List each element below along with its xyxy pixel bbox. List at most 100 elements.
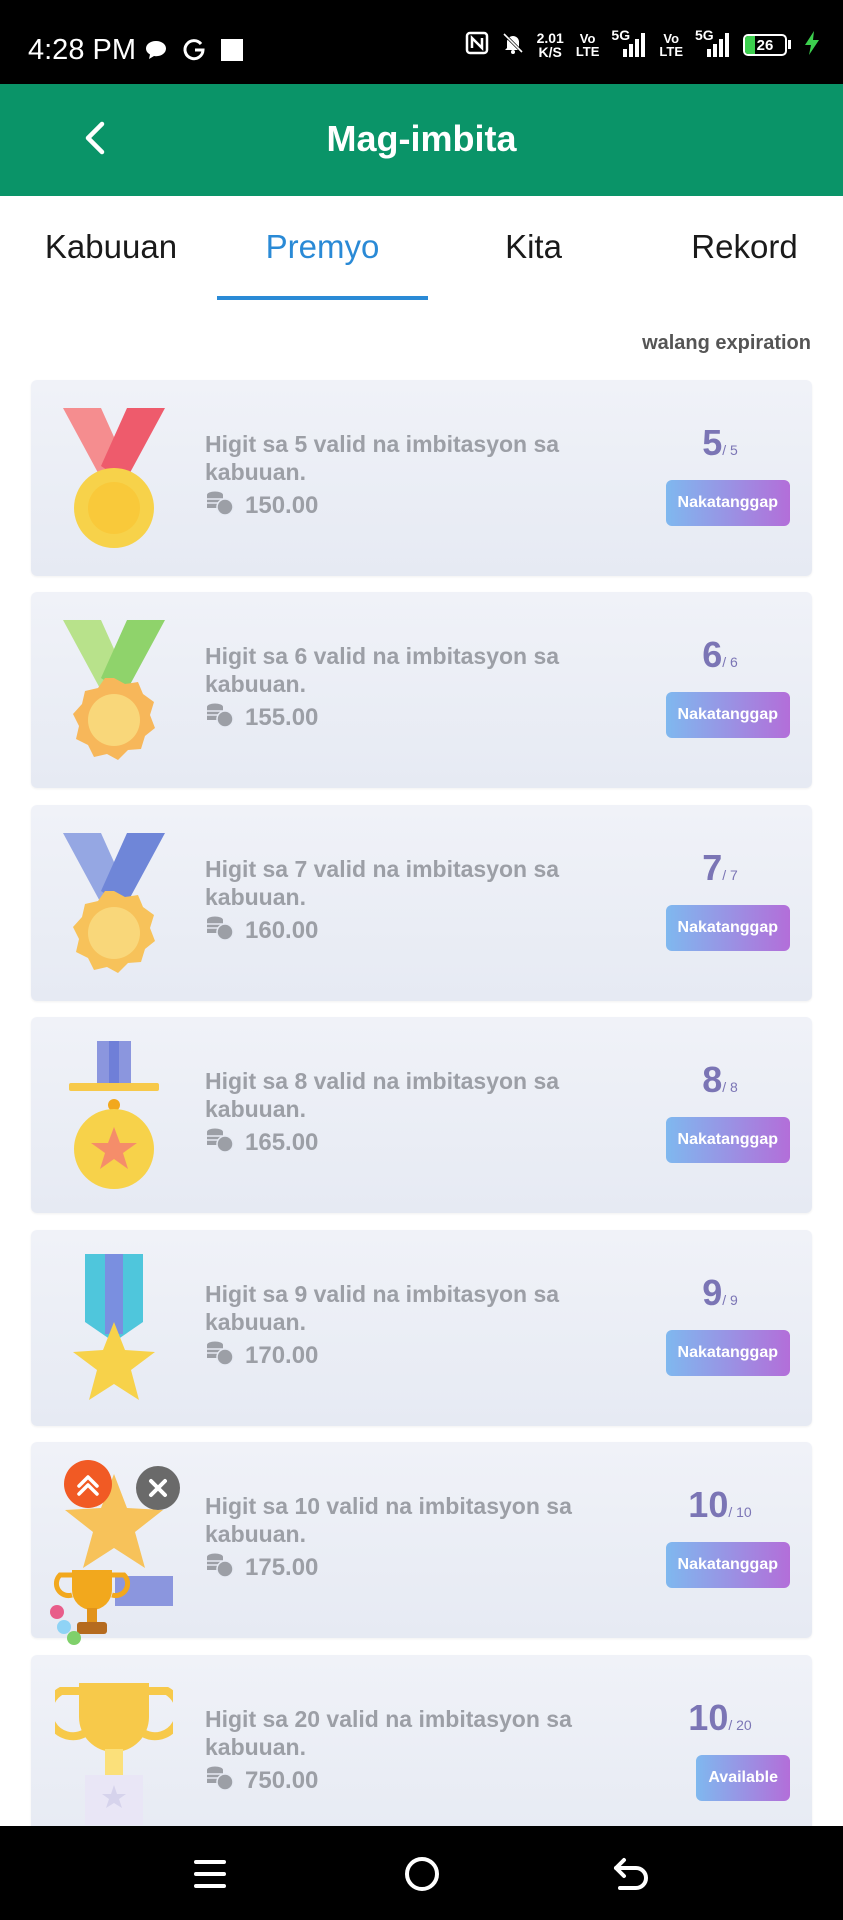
expiry-note: walang expiration — [642, 332, 811, 354]
sim2-volte: Vo LTE — [659, 32, 683, 58]
charging-bolt-icon — [803, 30, 821, 59]
float-close-button[interactable] — [136, 1466, 180, 1510]
reward-amount: 175.00 — [245, 1553, 319, 1581]
reward-description: Higit sa 10 valid na imbitasyon sa kabuu… — [205, 1493, 572, 1547]
battery-icon: 26 — [743, 33, 791, 56]
claim-button[interactable]: Nakatanggap — [665, 905, 790, 951]
progress-current: 9 — [702, 1272, 723, 1313]
progress-current: 10 — [688, 1484, 729, 1525]
progress-total: / 8 — [722, 1079, 738, 1095]
menu-button[interactable] — [186, 1850, 234, 1898]
reward-progress: 8/ 8 — [650, 1059, 790, 1101]
progress-total: / 20 — [728, 1717, 752, 1733]
claim-button[interactable]: Nakatanggap — [665, 1542, 790, 1588]
home-button[interactable] — [398, 1850, 446, 1898]
progress-current: 7 — [702, 847, 723, 888]
reward-description: Higit sa 7 valid na imbitasyon sa kabuua… — [205, 856, 560, 910]
reward-amount: 150.00 — [245, 491, 319, 519]
reward-description: Higit sa 8 valid na imbitasyon sa kabuua… — [205, 1068, 560, 1122]
bar-star-medal-icon — [55, 1039, 173, 1191]
reward-amount-row: 165.00 — [205, 1127, 318, 1158]
reward-amount-row: 150.00 — [205, 490, 318, 521]
green-ribbon-medal-icon — [55, 614, 173, 766]
ranking-trophy-icon — [50, 1570, 131, 1645]
reward-progress: 9/ 9 — [650, 1272, 790, 1314]
reward-progress: 7/ 7 — [650, 847, 790, 889]
reward-amount: 170.00 — [245, 1341, 319, 1369]
reward-amount-row: 160.00 — [205, 915, 318, 946]
progress-current: 10 — [688, 1697, 729, 1738]
claim-button[interactable]: Nakatanggap — [665, 1330, 790, 1376]
sim1-label-top: Vo — [579, 30, 596, 46]
progress-total: / 7 — [722, 867, 738, 883]
coin-stack-icon — [205, 1127, 235, 1158]
nfc-icon — [465, 31, 489, 58]
claim-button[interactable]: Nakatanggap — [665, 1117, 790, 1163]
progress-total: / 6 — [722, 654, 738, 670]
progress-total: / 5 — [722, 442, 738, 458]
double-chevron-up-icon — [77, 1475, 99, 1496]
app-header: Mag-imbita — [0, 84, 843, 196]
progress-current: 5 — [702, 422, 723, 463]
mute-bell-icon — [501, 31, 525, 58]
claim-button[interactable]: Available — [696, 1755, 790, 1801]
reward-card: Higit sa 8 valid na imbitasyon sa kabuua… — [31, 1017, 812, 1213]
system-back-button[interactable] — [608, 1850, 656, 1898]
net-speed: 2.01 K/S — [537, 31, 564, 59]
square-notification-icon — [220, 38, 244, 67]
reward-description: Higit sa 9 valid na imbitasyon sa kabuua… — [205, 1281, 560, 1335]
claim-button[interactable]: Nakatanggap — [665, 480, 790, 526]
home-circle-icon — [405, 1857, 439, 1891]
tab-premyo[interactable]: Premyo — [217, 228, 428, 266]
menu-icon — [194, 1860, 226, 1888]
signal-icon: 5G — [611, 27, 647, 59]
red-ribbon-medal-icon — [55, 402, 173, 554]
status-left-icons — [144, 38, 244, 67]
tab-kabuuan[interactable]: Kabuuan — [0, 228, 222, 266]
reward-description: Higit sa 5 valid na imbitasyon sa kabuua… — [205, 431, 560, 485]
claim-button[interactable]: Nakatanggap — [665, 692, 790, 738]
reward-description: Higit sa 20 valid na imbitasyon sa kabuu… — [205, 1706, 572, 1760]
float-badge-button[interactable] — [64, 1460, 112, 1508]
coin-stack-icon — [205, 1552, 235, 1583]
coin-stack-icon — [205, 490, 235, 521]
status-right-icons: 2.01 K/S Vo LTE 5G Vo LTE 5G 26 — [465, 27, 821, 59]
sim2-label-bottom: LTE — [659, 43, 683, 59]
progress-current: 6 — [702, 634, 723, 675]
reward-amount-row: 170.00 — [205, 1340, 318, 1371]
reward-progress: 6/ 6 — [650, 634, 790, 676]
status-bar: 4:28 PM 2.01 K/S Vo LTE 5G Vo LTE 5G 26 — [0, 0, 843, 84]
tab-kita[interactable]: Kita — [428, 228, 639, 266]
g-app-icon — [182, 38, 206, 67]
reward-progress: 10/ 20 — [650, 1697, 790, 1739]
tab-rekord[interactable]: Rekord — [639, 228, 843, 266]
gold-trophy-icon — [44, 1677, 184, 1829]
signal-icon: 5G — [695, 27, 731, 59]
page-title: Mag-imbita — [326, 118, 517, 159]
coin-stack-icon — [205, 702, 235, 733]
close-icon — [149, 1479, 167, 1497]
reward-amount-row: 175.00 — [205, 1552, 318, 1583]
coin-stack-icon — [205, 1765, 235, 1796]
progress-current: 8 — [702, 1059, 723, 1100]
system-nav-bar — [0, 1826, 843, 1920]
reward-amount-row: 750.00 — [205, 1765, 318, 1796]
reward-description: Higit sa 6 valid na imbitasyon sa kabuua… — [205, 643, 560, 697]
reward-card: Higit sa 9 valid na imbitasyon sa kabuua… — [31, 1230, 812, 1426]
net-speed-unit: K/S — [538, 43, 562, 60]
reward-progress: 5/ 5 — [650, 422, 790, 464]
star-ribbon-medal-icon — [55, 1252, 173, 1404]
reward-amount: 750.00 — [245, 1766, 319, 1794]
reward-card: Higit sa 20 valid na imbitasyon sa kabuu… — [31, 1655, 812, 1851]
ranking-trophy-button[interactable] — [42, 1550, 142, 1650]
status-time: 4:28 PM — [28, 34, 136, 66]
sim1-volte: Vo LTE — [576, 32, 600, 58]
reward-card: Higit sa 6 valid na imbitasyon sa kabuua… — [31, 592, 812, 788]
progress-total: / 9 — [722, 1292, 738, 1308]
sim1-label-bottom: LTE — [575, 43, 600, 59]
net-speed-value: 2.01 — [536, 29, 564, 46]
reward-amount: 155.00 — [245, 703, 319, 731]
reward-card: Higit sa 7 valid na imbitasyon sa kabuua… — [31, 805, 812, 1001]
reward-progress: 10/ 10 — [650, 1484, 790, 1526]
sim2-label-top: Vo — [663, 30, 680, 46]
